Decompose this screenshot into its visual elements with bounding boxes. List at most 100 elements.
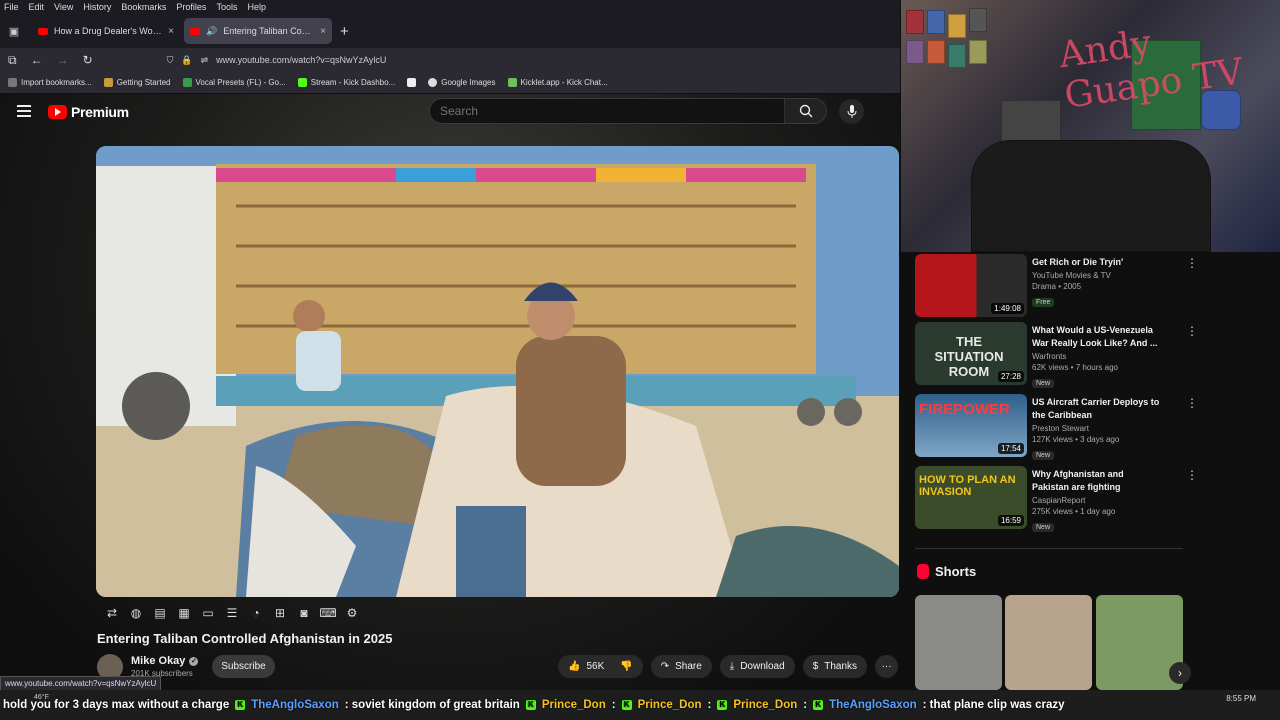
share-button[interactable]: ↷ Share <box>650 655 712 678</box>
cinema-icon[interactable]: ▤ <box>152 606 168 620</box>
thumbs-down-icon[interactable]: 👎 <box>620 661 632 672</box>
s-logo-icon <box>407 78 417 87</box>
lock-icon[interactable]: 🔒 <box>181 55 192 66</box>
new-tab-button[interactable]: + <box>340 23 349 40</box>
youtube-logo[interactable]: Premium <box>48 104 129 120</box>
recommendation-details: 127K views • 3 days ago <box>1032 435 1120 444</box>
menu-edit[interactable]: Edit <box>29 2 45 12</box>
recommendation-details: 275K views • 1 day ago <box>1032 507 1116 516</box>
chat-username: Prince_Don <box>637 699 702 711</box>
chevron-right-icon[interactable]: › <box>1169 662 1191 684</box>
recommendation-item[interactable]: FIREPOWER 17:54 US Aircraft Carrier Depl… <box>915 394 1198 460</box>
more-options-icon[interactable]: ⋮ <box>1186 324 1198 338</box>
recommendation-channel[interactable]: YouTube Movies & TV <box>1032 271 1162 280</box>
tab-close-icon[interactable]: × <box>168 26 174 37</box>
bookmark-s[interactable] <box>407 78 417 87</box>
bookmark-getting-started[interactable]: Getting Started <box>103 78 171 87</box>
channel-name[interactable]: Mike Okay ✓ <box>131 655 199 667</box>
reload-icon[interactable]: ↻ <box>83 53 93 67</box>
recommendation-details: 62K views • 7 hours ago <box>1032 363 1118 372</box>
thanks-button[interactable]: $ Thanks <box>802 655 868 678</box>
queue-icon[interactable]: ☰ <box>224 606 240 620</box>
menu-profiles[interactable]: Profiles <box>176 2 206 12</box>
more-options-icon[interactable]: ⋮ <box>1186 396 1198 410</box>
bookmark-vocal-presets[interactable]: Vocal Presets (FL) - Go... <box>182 78 286 87</box>
recommendation-channel[interactable]: CaspianReport <box>1032 496 1162 505</box>
audio-icon[interactable]: ◍ <box>128 606 144 620</box>
video-thumbnail[interactable]: THE SITUATION ROOM 27:28 <box>915 322 1027 385</box>
menu-icon[interactable] <box>17 105 31 117</box>
video-thumbnail[interactable]: 1:49:08 <box>915 254 1027 317</box>
video-player[interactable] <box>96 146 899 597</box>
verified-icon: ✓ <box>189 656 199 666</box>
status-url-tooltip: www.youtube.com/watch?v=qsNwYzAylcU <box>0 676 162 691</box>
menu-view[interactable]: View <box>54 2 73 12</box>
gear-icon[interactable]: ⚙ <box>344 606 360 620</box>
menu-file[interactable]: File <box>4 2 19 12</box>
url-bar[interactable]: ⛉ 🔒 ⇌ www.youtube.com/watch?v=qsNwYzAylc… <box>167 55 387 66</box>
menu-bookmarks[interactable]: Bookmarks <box>121 2 166 12</box>
recommendation-item[interactable]: HOW TO PLAN AN INVASION 16:59 Why Afghan… <box>915 466 1198 532</box>
thanks-icon: $ <box>812 661 819 672</box>
recommendation-meta: Why Afghanistan and Pakistan are fightin… <box>1032 468 1162 534</box>
microphone-icon <box>847 105 856 118</box>
add-icon[interactable]: ⊞ <box>272 606 288 620</box>
video-thumbnail[interactable]: FIREPOWER 17:54 <box>915 394 1027 457</box>
more-actions-button[interactable]: ··· <box>875 655 899 678</box>
recommendation-channel[interactable]: Warfronts <box>1032 352 1162 361</box>
chat-message: : <box>611 699 616 711</box>
sidebar-toggle-icon[interactable]: ⧉ <box>8 53 17 68</box>
short-thumbnail[interactable] <box>915 595 1002 690</box>
recommendation-title[interactable]: Get Rich or Die Tryin' <box>1032 256 1162 269</box>
voice-search-button[interactable] <box>839 99 864 124</box>
bookmark-google-images[interactable]: Google Images <box>428 78 496 87</box>
recommendation-item[interactable]: THE SITUATION ROOM 27:28 What Would a US… <box>915 322 1198 388</box>
speed-icon[interactable]: ◔ <box>248 606 264 620</box>
tab-close-icon[interactable]: × <box>320 26 326 37</box>
pip-icon[interactable]: ▭ <box>200 606 216 620</box>
recommendations-sidebar: 1:49:08 Get Rich or Die Tryin' YouTube M… <box>900 252 1280 690</box>
download-icon: ⤓ <box>729 661 735 672</box>
forward-icon[interactable]: → <box>57 53 69 67</box>
menu-history[interactable]: History <box>83 2 111 12</box>
download-button[interactable]: ⤓ Download <box>719 655 795 678</box>
speaker-icon[interactable]: 🔊 <box>206 26 217 37</box>
more-options-icon[interactable]: ⋮ <box>1186 256 1198 270</box>
recommendation-channel[interactable]: Preston Stewart <box>1032 424 1162 433</box>
youtube-favicon-icon <box>190 27 200 35</box>
subscribe-button[interactable]: Subscribe <box>212 655 275 678</box>
shield-icon[interactable]: ⛉ <box>167 55 174 66</box>
menu-tools[interactable]: Tools <box>216 2 237 12</box>
like-button[interactable]: 👍 56K 👎 <box>558 655 643 678</box>
search-input[interactable] <box>430 99 784 123</box>
new-badge: New <box>1032 451 1055 460</box>
player-controls: ⇄ ◍ ▤ ▦ ▭ ☰ ◔ ⊞ ◙ ⌨ ⚙ <box>104 606 360 620</box>
free-badge: Free <box>1032 298 1055 307</box>
duration-badge: 17:54 <box>997 443 1024 454</box>
tab-list-icon[interactable]: ▣ <box>0 25 28 38</box>
url-text[interactable]: www.youtube.com/watch?v=qsNwYzAylcU <box>216 55 386 65</box>
bookmark-import[interactable]: Import bookmarks... <box>8 78 92 87</box>
recommendation-title[interactable]: What Would a US-Venezuela War Really Loo… <box>1032 324 1162 350</box>
recommendation-item[interactable]: 1:49:08 Get Rich or Die Tryin' YouTube M… <box>915 254 1198 318</box>
recommendation-title[interactable]: Why Afghanistan and Pakistan are fightin… <box>1032 468 1162 494</box>
duration-badge: 16:59 <box>997 515 1024 526</box>
streamer-webcam: Andy Guapo TV <box>901 0 1280 252</box>
tab-drug-dealer[interactable]: How a Drug Dealer's Worst Nig × <box>32 18 180 44</box>
short-thumbnail[interactable] <box>1005 595 1092 690</box>
camera-icon[interactable]: ◙ <box>296 606 312 620</box>
taskbar: 46°F 8:55 PM hold you for 3 days max wit… <box>0 690 1280 720</box>
menu-help[interactable]: Help <box>247 2 266 12</box>
video-thumbnail[interactable]: HOW TO PLAN AN INVASION 16:59 <box>915 466 1027 529</box>
permissions-icon[interactable]: ⇌ <box>201 55 209 66</box>
loop-icon[interactable]: ⇄ <box>104 606 120 620</box>
back-icon[interactable]: ← <box>31 53 43 67</box>
search-button[interactable] <box>784 99 826 123</box>
bookmark-kick-dashboard[interactable]: Stream - Kick Dashbo... <box>297 78 395 87</box>
more-options-icon[interactable]: ⋮ <box>1186 468 1198 482</box>
bookmark-kicklet[interactable]: Kicklet.app - Kick Chat... <box>507 78 608 87</box>
clapper-icon[interactable]: ▦ <box>176 606 192 620</box>
recommendation-title[interactable]: US Aircraft Carrier Deploys to the Carib… <box>1032 396 1162 422</box>
tab-taliban[interactable]: 🔊 Entering Taliban Controlled × <box>184 18 332 44</box>
keyboard-icon[interactable]: ⌨ <box>319 606 336 620</box>
